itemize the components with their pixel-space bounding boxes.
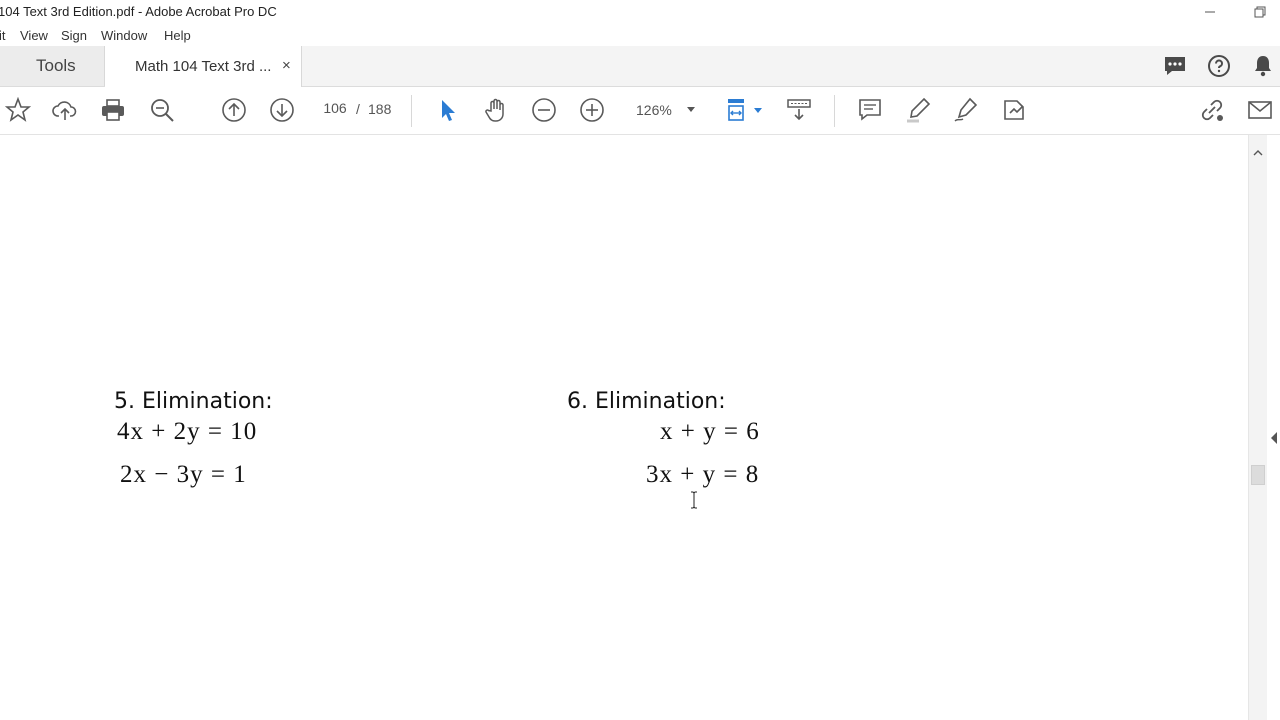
page-number-input[interactable]: 106 [318, 100, 352, 120]
tab-document-label: Math 104 Text 3rd ... [135, 58, 272, 75]
toolbar-divider [411, 95, 412, 127]
notifications-bell-icon[interactable] [1251, 54, 1275, 78]
tab-bar: e Tools Math 104 Text 3rd ... × [0, 46, 1280, 87]
previous-page-icon[interactable] [221, 97, 247, 123]
next-page-icon[interactable] [269, 97, 295, 123]
title-bar: 104 Text 3rd Edition.pdf - Adobe Acrobat… [0, 0, 1280, 24]
vertical-scrollbar[interactable] [1248, 135, 1267, 720]
fit-page-dropdown-icon[interactable] [754, 108, 762, 113]
menu-window[interactable]: Window [101, 28, 147, 43]
hand-tool-icon[interactable] [483, 97, 509, 123]
sign-pen-icon[interactable] [953, 97, 979, 123]
print-icon[interactable] [100, 97, 126, 123]
select-pointer-icon[interactable] [435, 97, 461, 123]
tab-close-button[interactable]: × [282, 57, 291, 74]
toolbar-divider-2 [834, 95, 835, 127]
tab-document[interactable]: Math 104 Text 3rd ... × [105, 46, 302, 87]
comments-icon[interactable] [1163, 54, 1187, 78]
cloud-upload-icon[interactable] [52, 97, 78, 123]
tab-tools-label: Tools [36, 56, 76, 75]
menu-bar: it View Sign Window Help [0, 24, 1280, 46]
zoom-level-value: 126% [636, 102, 672, 118]
menu-edit[interactable]: it [0, 28, 6, 43]
document-view[interactable]: 5. Elimination: 4x + 2y = 10 2x − 3y = 1… [0, 135, 1248, 720]
menu-view[interactable]: View [20, 28, 48, 43]
text-cursor-icon [689, 491, 699, 509]
problem-5-equation-2: 2x − 3y = 1 [120, 461, 247, 488]
toolbar: 106 / 188 126% [0, 87, 1280, 135]
help-icon[interactable] [1207, 54, 1231, 78]
minimize-icon [1205, 11, 1215, 13]
fit-page-icon[interactable] [725, 97, 751, 123]
page-total: 188 [368, 101, 392, 117]
zoom-in-icon[interactable] [579, 97, 605, 123]
tab-tools[interactable]: Tools [0, 46, 105, 86]
right-panel-toggle-icon[interactable] [1268, 430, 1280, 446]
scroll-up-arrow-icon[interactable] [1252, 145, 1264, 156]
menu-help[interactable]: Help [164, 28, 191, 43]
menu-sign[interactable]: Sign [61, 28, 87, 43]
restore-icon [1254, 6, 1266, 18]
scrolling-mode-icon[interactable] [786, 97, 812, 123]
minimize-button[interactable] [1190, 2, 1230, 22]
problem-6-equation-2: 3x + y = 8 [646, 461, 760, 488]
highlighter-icon[interactable] [905, 97, 931, 123]
email-envelope-icon[interactable] [1247, 97, 1273, 123]
problem-5-equation-1: 4x + 2y = 10 [117, 418, 258, 445]
chevron-down-icon [687, 107, 695, 112]
zoom-out-icon[interactable] [531, 97, 557, 123]
share-export-icon[interactable] [1001, 97, 1027, 123]
problem-6-equation-1: x + y = 6 [660, 418, 760, 445]
window-title: 104 Text 3rd Edition.pdf - Adobe Acrobat… [0, 4, 277, 19]
bookmark-star-icon[interactable] [5, 97, 31, 123]
comment-icon[interactable] [857, 97, 883, 123]
zoom-level-select[interactable]: 126% [627, 97, 703, 123]
problem-5-heading: 5. Elimination: [114, 389, 273, 414]
zoom-search-icon[interactable] [149, 97, 175, 123]
problem-6-heading: 6. Elimination: [567, 389, 726, 414]
restore-button[interactable] [1240, 2, 1280, 22]
share-link-icon[interactable] [1199, 97, 1225, 123]
page-separator: / [356, 101, 360, 117]
scroll-thumb[interactable] [1251, 465, 1265, 485]
